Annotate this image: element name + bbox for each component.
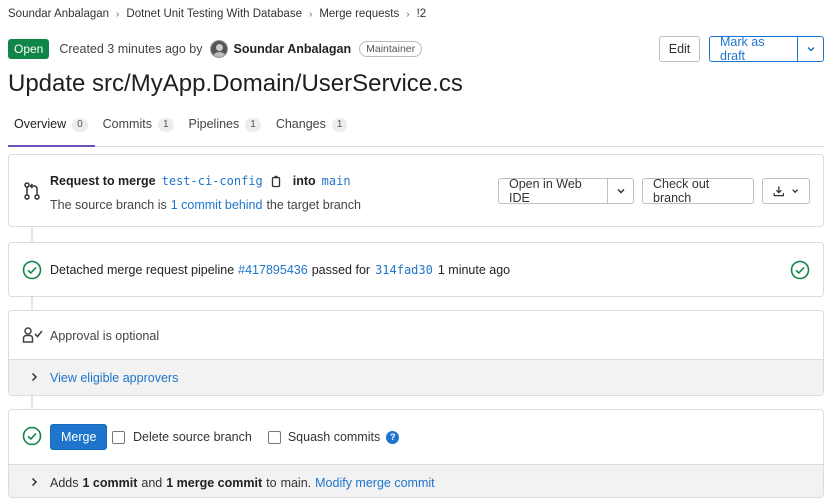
pipeline-text: Detached merge request pipeline [50,263,235,277]
approval-icon [22,326,44,344]
tab-label: Changes [275,117,326,131]
chevron-right-icon[interactable] [29,476,39,488]
tab-count: 0 [72,118,88,132]
pipeline-id-link[interactable]: #417895436 [238,263,308,277]
copy-icon[interactable] [271,175,283,188]
tab-label: Overview [14,117,67,131]
adds-text: Adds [50,476,79,490]
modify-merge-commit-link[interactable]: Modify merge commit [315,476,434,490]
avatar[interactable] [209,40,228,58]
created-text: Created 3 minutes ago by [59,42,203,56]
merge-details-section: Adds 1 commit and 1 merge commit to main… [9,464,823,497]
tab-count: 1 [331,118,348,132]
commit-count: 1 commit [82,476,138,490]
status-badge: Open [8,39,50,59]
check-out-branch-button[interactable]: Check out branch [642,177,754,205]
page-title: Update src/MyApp.Domain/UserService.cs [8,70,463,97]
chevron-down-icon [616,188,625,194]
source-branch-link[interactable]: test-ci-config [162,174,263,188]
chevron-down-icon [791,189,798,194]
tab-label: Commits [102,117,152,131]
chevron-right-icon: › [406,8,410,20]
pipeline-success-icon[interactable] [22,260,42,280]
tab-overview[interactable]: Overview 0 [8,114,95,147]
web-ide-dropdown[interactable] [608,178,634,204]
mark-as-draft-button[interactable]: Mark as draft [709,35,798,63]
edit-button[interactable]: Edit [659,36,700,62]
chevron-right-icon: › [116,8,120,20]
merge-request-icon [22,181,42,201]
target-branch-name: main. [280,476,312,490]
pipeline-passed-text: passed for [311,263,371,277]
chevron-right-icon: › [308,8,313,20]
help-icon[interactable]: ? [386,430,400,444]
more-actions-dropdown[interactable] [798,36,824,62]
download-dropdown[interactable] [762,178,810,204]
merge-request-card: Request to merge test-ci-config into mai… [8,154,824,227]
tab-commits[interactable]: Commits 1 [97,114,181,147]
delete-source-branch-label[interactable]: Delete source branch [133,430,252,444]
squash-commits-checkbox[interactable] [267,430,281,444]
tab-changes[interactable]: Changes 1 [270,114,355,147]
and-text: and [141,476,163,490]
approval-text: Approval is optional [50,329,160,343]
request-to-merge-label: Request to merge [50,174,156,188]
into-label: into [292,174,316,188]
tab-count: 1 [245,118,261,132]
chevron-right-icon[interactable] [29,371,39,383]
pipeline-time: 1 minute ago [437,263,511,277]
squash-commits-label[interactable]: Squash commits [288,430,380,444]
breadcrumb-project[interactable]: Dotnet Unit Testing With Database [126,8,302,20]
to-text: to [266,476,277,490]
mr-tabs: Overview 0 Commits 1 Pipelines 1 Changes… [8,114,824,147]
role-badge: Maintainer [359,41,423,57]
breadcrumb: Soundar Anbalagan › Dotnet Unit Testing … [8,8,426,20]
merge-commit-count: 1 merge commit [166,476,263,490]
target-branch-link[interactable]: main [322,174,351,188]
delete-source-branch-checkbox[interactable] [112,430,125,444]
approvers-section: View eligible approvers [9,359,823,395]
pipeline-card: Detached merge request pipeline #4178954… [8,242,824,297]
chevron-down-icon [806,46,815,52]
open-web-ide-button[interactable]: Open in Web IDE [498,177,608,205]
commits-behind-link[interactable]: 1 commit behind [171,198,263,212]
merge-button[interactable]: Merge [50,424,108,450]
breadcrumb-user[interactable]: Soundar Anbalagan [8,8,109,20]
tab-count: 1 [157,118,174,132]
download-icon [773,186,785,197]
view-eligible-approvers-link[interactable]: View eligible approvers [50,371,178,385]
tab-pipelines[interactable]: Pipelines 1 [183,114,268,147]
approval-card: Approval is optional View eligible appro… [8,310,824,396]
pipeline-status-icon[interactable] [790,260,810,280]
breadcrumb-merge-requests[interactable]: Merge requests [319,8,399,20]
author-name[interactable]: Soundar Anbalagan [234,42,352,56]
commit-sha-link[interactable]: 314fad30 [375,263,433,277]
branch-status-prefix: The source branch is [50,198,167,212]
ready-to-merge-icon [22,426,42,446]
branch-status-suffix: the target branch [266,198,361,212]
mr-header: Open Created 3 minutes ago by Soundar An… [8,35,824,63]
tab-label: Pipelines [188,117,240,131]
merge-card: Merge Delete source branch Squash commit… [8,409,824,498]
breadcrumb-mr-id[interactable]: !2 [417,8,427,20]
